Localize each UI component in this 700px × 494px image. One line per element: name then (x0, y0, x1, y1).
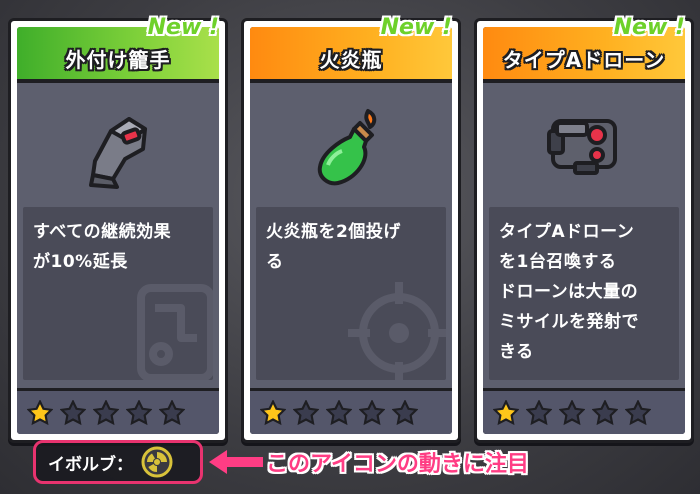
star-empty-icon (159, 399, 185, 425)
star-empty-icon (559, 399, 585, 425)
pointer-arrow-icon (209, 450, 263, 474)
crosshair-watermark-icon (348, 282, 446, 380)
star-empty-icon (359, 399, 385, 425)
star-empty-icon (392, 399, 418, 425)
card-title: 火炎瓶 (319, 48, 383, 72)
card-frame: タイプAドローン タイプAドローン を1台召喚する ドローンは大量の ミサイルを… (483, 27, 685, 434)
star-empty-icon (592, 399, 618, 425)
card-description-box: 火炎瓶を2個投げ る (256, 207, 446, 380)
upgrade-card-molotov[interactable]: 火炎瓶 火炎瓶を2個投げ る New ! (241, 15, 461, 443)
card-frame: 火炎瓶 火炎瓶を2個投げ る (250, 27, 452, 434)
new-badge: New ! (147, 15, 219, 40)
evolve-indicator: イボルブ： (33, 440, 203, 484)
card-title: 外付け籠手 (65, 48, 171, 72)
card-body: 火炎瓶を2個投げ る (250, 83, 452, 388)
star-empty-icon (60, 399, 86, 425)
molotov-bottle-icon (317, 109, 377, 186)
card-description: 火炎瓶を2個投げ る (266, 222, 401, 272)
drone-icon (547, 119, 617, 175)
star-empty-icon (526, 399, 552, 425)
rating-stars (250, 388, 452, 434)
star-filled-icon (260, 399, 286, 425)
star-empty-icon (93, 399, 119, 425)
evolve-label: イボルブ： (48, 454, 133, 475)
star-empty-icon (326, 399, 352, 425)
card-icon-area (483, 83, 685, 209)
annotation-caption: このアイコンの動きに注目 (266, 452, 529, 477)
star-empty-icon (293, 399, 319, 425)
card-frame: 外付け籠手 すべての継続効果 が10%延長 (17, 27, 219, 434)
rating-stars (483, 388, 685, 434)
card-title: タイプAドローン (502, 48, 666, 72)
gauntlet-icon (89, 117, 147, 189)
new-badge: New ! (380, 15, 452, 40)
card-body: タイプAドローン を1台召喚する ドローンは大量の ミサイルを発射で きる (483, 83, 685, 388)
star-empty-icon (126, 399, 152, 425)
card-description-box: タイプAドローン を1台召喚する ドローンは大量の ミサイルを発射で きる (489, 207, 679, 380)
map-watermark-icon (137, 284, 213, 380)
evolve-emblem-icon (141, 446, 173, 478)
star-empty-icon (625, 399, 651, 425)
card-description: すべての継続効果 が10%延長 (33, 222, 172, 272)
card-icon-area (250, 83, 452, 209)
new-badge: New ! (613, 15, 685, 40)
card-icon-area (17, 83, 219, 209)
star-filled-icon (493, 399, 519, 425)
card-body: すべての継続効果 が10%延長 (17, 83, 219, 388)
card-description: タイプAドローン を1台召喚する ドローンは大量の ミサイルを発射で きる (499, 222, 639, 362)
upgrade-card-drone[interactable]: タイプAドローン タイプAドローン を1台召喚する ドローンは大量の ミサイルを… (474, 15, 694, 443)
card-description-box: すべての継続効果 が10%延長 (23, 207, 213, 380)
star-filled-icon (27, 399, 53, 425)
rating-stars (17, 388, 219, 434)
upgrade-card-gauntlet[interactable]: 外付け籠手 すべての継続効果 が10%延長 New ! (8, 15, 228, 443)
